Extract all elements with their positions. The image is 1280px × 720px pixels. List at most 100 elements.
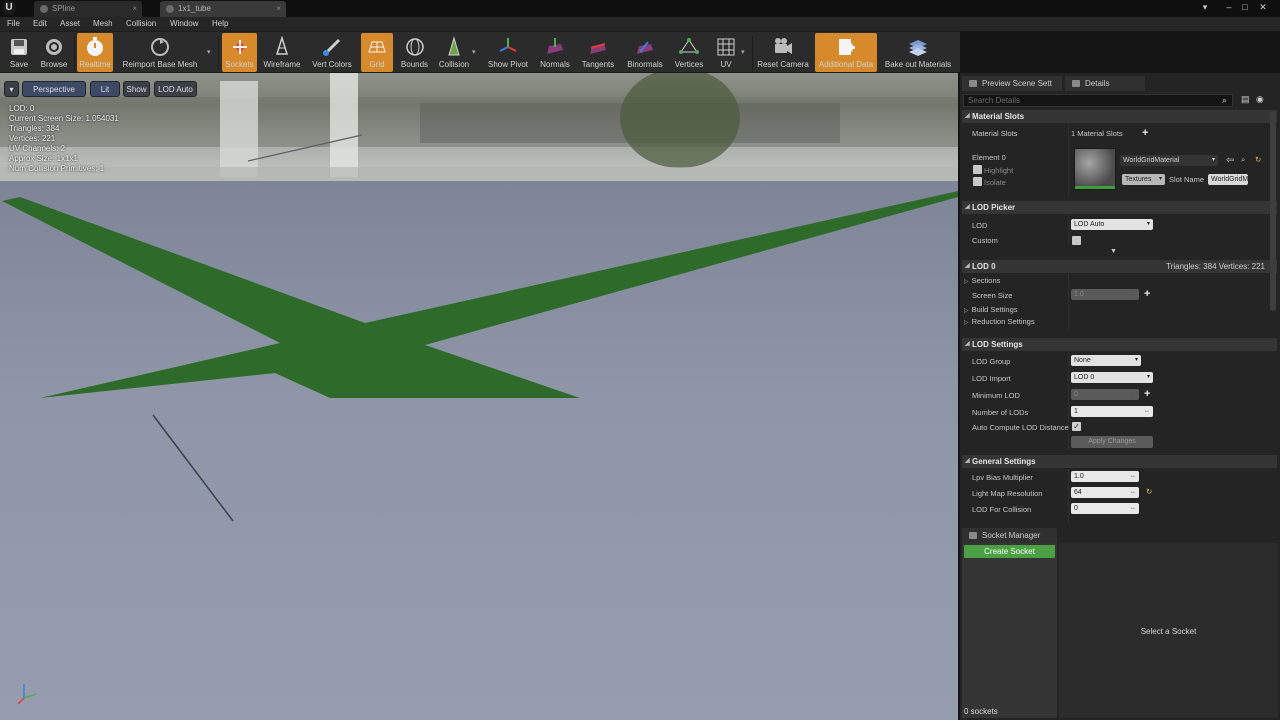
collision-button[interactable]: Collision <box>436 33 472 72</box>
general-settings-header[interactable]: ◢ General Settings <box>962 455 1277 468</box>
minimum-lod-field[interactable]: 0 ↔ <box>1071 389 1139 400</box>
menu-collision[interactable]: Collision <box>126 19 156 28</box>
highlight-checkbox[interactable] <box>973 165 982 174</box>
add-icon[interactable]: + <box>1142 128 1148 139</box>
lod-for-collision-field[interactable]: 0 ↔ <box>1071 503 1139 514</box>
lod-dropdown[interactable]: LOD Auto ▾ <box>1071 219 1153 230</box>
menu-window[interactable]: Window <box>170 19 198 28</box>
wireframe-button[interactable]: Wireframe <box>261 33 303 72</box>
chevron-down-icon: ▾ <box>9 85 14 94</box>
chevron-down-icon: ▾ <box>1146 374 1150 380</box>
apply-changes-button[interactable]: Apply Changes <box>1071 436 1153 448</box>
show-button[interactable]: Show <box>123 81 150 97</box>
viewport-options-button[interactable]: ▾ <box>4 81 19 97</box>
lit-button[interactable]: Lit <box>90 81 120 97</box>
save-button[interactable]: Save <box>4 33 34 72</box>
close-icon[interactable]: × <box>132 4 137 13</box>
reset-icon[interactable]: ↻ <box>1255 155 1261 164</box>
vert-colors-button[interactable]: Vert Colors <box>308 33 356 72</box>
bounds-button[interactable]: Bounds <box>397 33 432 72</box>
sockets-button[interactable]: Sockets <box>222 33 257 72</box>
browse-icon[interactable]: ⌕ <box>1241 155 1245 165</box>
number-of-lods-field[interactable]: 1 ↔ <box>1071 406 1153 417</box>
auto-compute-lod-checkbox[interactable]: ✓ <box>1072 422 1081 431</box>
build-settings-row[interactable]: ▷ Build Settings <box>964 305 1018 314</box>
normals-button[interactable]: Normals <box>537 33 573 72</box>
custom-checkbox[interactable] <box>1072 236 1081 245</box>
grid-button[interactable]: Grid <box>361 33 393 72</box>
stat-line: Vertices: 221 <box>9 134 56 143</box>
add-icon[interactable]: + <box>1144 289 1150 300</box>
tab-preview-scene-settings[interactable]: Preview Scene Sett <box>962 76 1062 91</box>
chevron-down-icon[interactable]: ▾ <box>207 48 211 56</box>
bake-out-materials-button[interactable]: Bake out Materials <box>881 33 955 72</box>
advanced-expand-icon[interactable]: ▼ <box>1110 248 1117 255</box>
stat-line: UV Channels: 2 <box>9 144 66 153</box>
viewport[interactable]: ▾ Perspective Lit Show LOD Auto LOD: 0 C… <box>0 73 958 720</box>
notification-icon[interactable]: ▾ <box>1200 2 1210 12</box>
menu-mesh[interactable]: Mesh <box>93 19 113 28</box>
save-icon <box>11 39 27 55</box>
browse-button[interactable]: Browse <box>36 33 72 72</box>
tab-details[interactable]: Details <box>1065 76 1145 91</box>
chevron-down-icon: ◢ <box>965 204 970 210</box>
tab-socket-manager[interactable]: Socket Manager <box>962 528 1057 543</box>
spin-arrows-icon: ↔ <box>1130 473 1136 479</box>
minimize-icon[interactable]: – <box>1224 2 1234 12</box>
realtime-button[interactable]: Realtime <box>77 33 113 72</box>
menu-edit[interactable]: Edit <box>33 19 47 28</box>
uv-button[interactable]: UV <box>711 33 741 72</box>
slot-name-field[interactable]: WorldGridM <box>1208 174 1248 185</box>
lod-group-dropdown[interactable]: None ▾ <box>1071 355 1141 366</box>
reduction-settings-row[interactable]: ▷ Reduction Settings <box>964 317 1035 326</box>
reset-camera-button[interactable]: Reset Camera <box>756 33 810 72</box>
vertices-button[interactable]: Vertices <box>671 33 707 72</box>
eye-icon[interactable]: ◉ <box>1256 94 1268 106</box>
use-selected-icon[interactable]: ⇦ <box>1226 155 1234 166</box>
lod-settings-header[interactable]: ◢ LOD Settings <box>962 338 1277 351</box>
add-icon[interactable]: + <box>1144 389 1150 400</box>
spin-arrows-icon: ↔ <box>1130 291 1136 297</box>
tab-spline[interactable]: SPline × <box>34 1 142 17</box>
tab-1x1-tube[interactable]: 1x1_tube × <box>160 1 286 17</box>
material-select[interactable]: WorldGridMaterial ▾ <box>1120 155 1218 166</box>
reset-icon[interactable]: ↻ <box>1146 487 1152 496</box>
menu-asset[interactable]: Asset <box>60 19 80 28</box>
create-socket-button[interactable]: Create Socket <box>964 545 1055 558</box>
maximize-icon[interactable]: □ <box>1240 2 1250 12</box>
lod0-header[interactable]: ◢ LOD 0 Triangles: 384 Vertices: 221 <box>962 260 1277 273</box>
chevron-down-icon: ▾ <box>1158 176 1162 182</box>
search-icon[interactable]: ⌕ <box>1222 95 1232 105</box>
isolate-checkbox[interactable] <box>973 177 982 186</box>
reimport-icon <box>151 38 169 56</box>
material-slots-header[interactable]: ◢ Material Slots <box>962 110 1277 123</box>
search-input[interactable]: Search Details <box>963 94 1233 107</box>
lod-auto-button[interactable]: LOD Auto <box>154 81 197 97</box>
sections-row[interactable]: ▷ Sections <box>964 276 1000 285</box>
axis-gizmo-icon <box>17 684 37 705</box>
textures-dropdown[interactable]: Textures ▾ <box>1122 174 1165 185</box>
scrollbar[interactable] <box>1270 111 1276 311</box>
property-matrix-icon[interactable]: ▤ <box>1241 94 1253 106</box>
lpv-bias-field[interactable]: 1.0 ↔ <box>1071 471 1139 482</box>
material-thumbnail[interactable] <box>1074 148 1116 190</box>
additional-data-button[interactable]: Additional Data <box>815 33 877 72</box>
menu-file[interactable]: File <box>7 19 20 28</box>
chevron-down-icon: ▾ <box>1211 157 1215 163</box>
chevron-down-icon[interactable]: ▾ <box>741 48 745 56</box>
reimport-base-mesh-button[interactable]: Reimport Base Mesh <box>118 33 202 72</box>
binormals-button[interactable]: Binormals <box>624 33 666 72</box>
tangents-button[interactable]: Tangents <box>578 33 618 72</box>
show-pivot-button[interactable]: Show Pivot <box>486 33 530 72</box>
menu-help[interactable]: Help <box>212 19 228 28</box>
close-window-icon[interactable]: ✕ <box>1258 2 1268 12</box>
chevron-down-icon[interactable]: ▾ <box>472 48 476 56</box>
lod-import-dropdown[interactable]: LOD 0 ▾ <box>1071 372 1153 383</box>
perspective-button[interactable]: Perspective <box>22 81 86 97</box>
light-map-resolution-field[interactable]: 64 ↔ <box>1071 487 1139 498</box>
screen-size-field[interactable]: 1.0 ↔ <box>1071 289 1139 300</box>
screen-size-label: Screen Size <box>972 291 1013 300</box>
lod-picker-header[interactable]: ◢ LOD Picker <box>962 201 1277 214</box>
close-icon[interactable]: × <box>276 4 281 13</box>
uv-grid-icon <box>717 38 735 56</box>
